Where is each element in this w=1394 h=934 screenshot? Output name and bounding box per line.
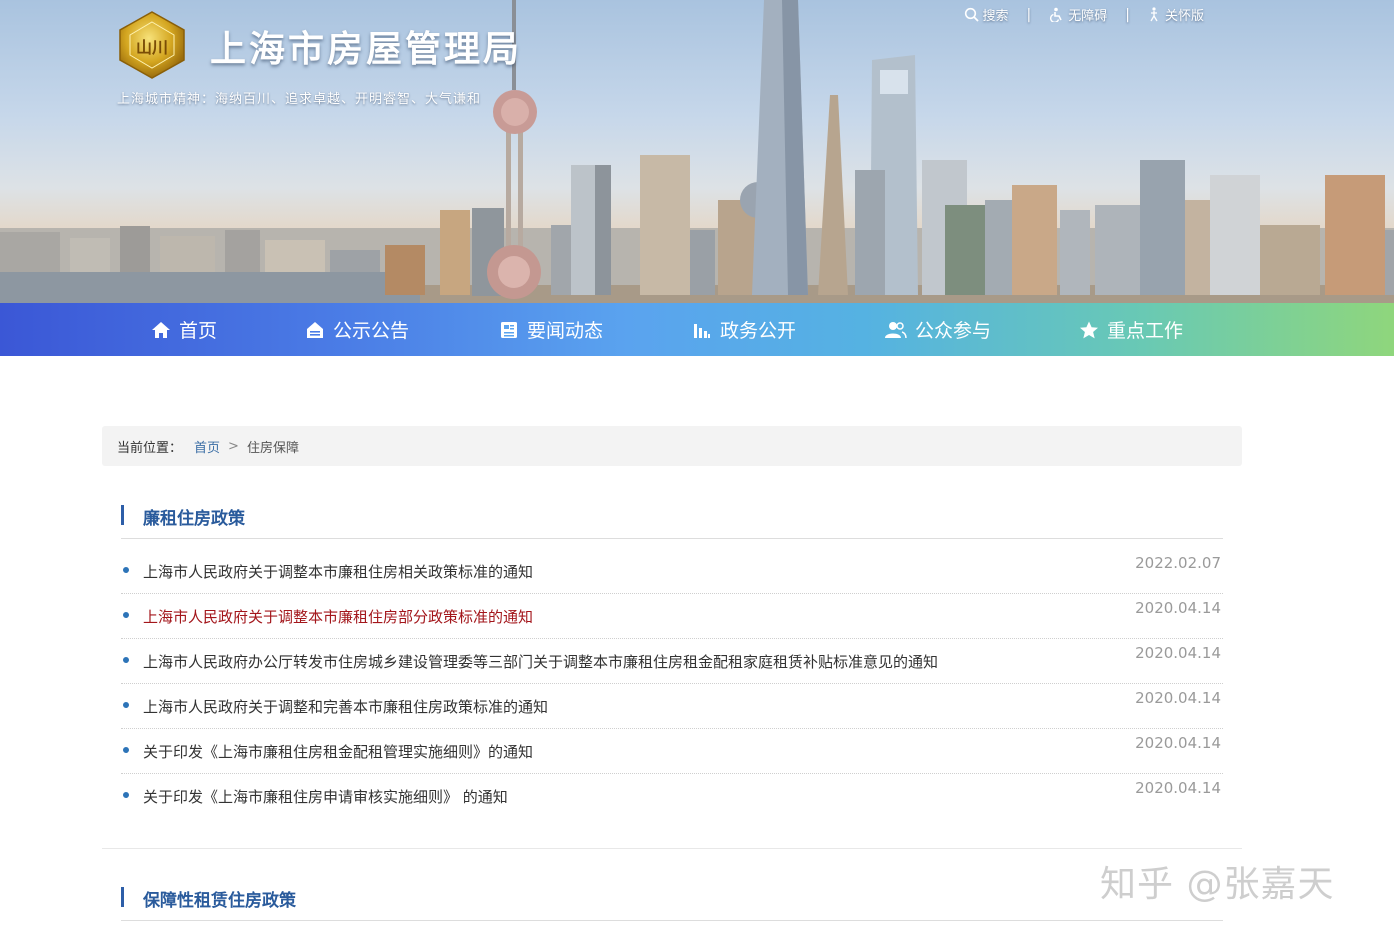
- breadcrumb-label: 当前位置：: [117, 440, 183, 456]
- top-utility-links: 搜索 | 无障碍 | 关怀版: [964, 5, 1204, 24]
- announcement-icon: [307, 321, 323, 338]
- policy-link[interactable]: 上海市人民政府关于调整本市廉租住房相关政策标准的通知: [143, 561, 533, 582]
- section-title[interactable]: 保障性租赁住房政策: [143, 886, 296, 911]
- section-accent-bar: [121, 887, 124, 907]
- nav-item-label: 公示公告: [333, 320, 410, 342]
- star-icon: [1080, 321, 1098, 338]
- list-item: 关于印发《上海市廉租住房租金配租管理实施细则》的通知 2020.04.14: [121, 729, 1223, 774]
- section-accent-bar: [121, 505, 124, 525]
- news-icon: [501, 321, 517, 338]
- section-divider: [102, 848, 1242, 849]
- search-link[interactable]: 搜索: [964, 5, 1009, 24]
- policy-link[interactable]: 关于印发《上海市廉租住房租金配租管理实施细则》的通知: [143, 741, 533, 762]
- bullet-dot: [123, 657, 129, 663]
- policy-date: 2022.02.07: [1135, 554, 1221, 572]
- list-item: 上海市人民政府关于调整本市廉租住房相关政策标准的通知 2022.02.07: [121, 549, 1223, 594]
- svg-text:山川: 山川: [136, 38, 168, 57]
- policy-date: 2020.04.14: [1135, 779, 1221, 797]
- home-icon: [152, 321, 170, 338]
- search-icon: [964, 7, 979, 22]
- nav-item-public-participation[interactable]: 公众参与: [885, 303, 991, 356]
- care-mode-link-label: 关怀版: [1164, 9, 1204, 24]
- site-slogan: 上海城市精神：海纳百川、追求卓越、开明睿智、大气谦和: [117, 92, 482, 107]
- chart-icon: [694, 323, 710, 338]
- top-link-separator: |: [1125, 6, 1130, 23]
- care-icon: [1150, 7, 1158, 22]
- list-item: 上海市人民政府办公厅转发市住房城乡建设管理委等三部门关于调整本市廉租住房租金配租…: [121, 639, 1223, 684]
- site-title: 上海市房屋管理局: [210, 29, 523, 70]
- nav-item-label: 首页: [179, 320, 218, 342]
- policy-list: 上海市人民政府关于调整本市廉租住房相关政策标准的通知 2022.02.07 上海…: [121, 549, 1223, 819]
- nav-item-government-affairs[interactable]: 政务公开: [692, 303, 796, 356]
- nav-item-announcements[interactable]: 公示公告: [305, 303, 409, 356]
- policy-date: 2020.04.14: [1135, 689, 1221, 707]
- breadcrumb: 当前位置： 首页 > 住房保障: [102, 426, 1242, 466]
- search-link-label: 搜索: [982, 9, 1009, 24]
- breadcrumb-current: 住房保障: [246, 440, 299, 456]
- header-banner: 山川 上海市房屋管理局 上海城市精神：海纳百川、追求卓越、开明睿智、大气谦和 搜…: [0, 0, 1394, 303]
- bullet-dot: [123, 747, 129, 753]
- breadcrumb-home-link[interactable]: 首页: [194, 437, 220, 456]
- accessibility-icon: [1050, 7, 1062, 22]
- nav-item-label: 政务公开: [720, 320, 797, 342]
- nav-item-home[interactable]: 首页: [151, 303, 217, 356]
- policy-date: 2020.04.14: [1135, 734, 1221, 752]
- accessibility-link[interactable]: 无障碍: [1049, 5, 1107, 24]
- bullet-dot: [123, 567, 129, 573]
- site-logo[interactable]: 山川: [116, 10, 188, 80]
- watermark: 知乎 @张嘉天: [1100, 864, 1335, 905]
- nav-item-label: 公众参与: [915, 320, 992, 342]
- policy-link[interactable]: 上海市人民政府办公厅转发市住房城乡建设管理委等三部门关于调整本市廉租住房租金配租…: [143, 651, 938, 672]
- policy-link[interactable]: 上海市人民政府关于调整和完善本市廉租住房政策标准的通知: [143, 696, 548, 717]
- breadcrumb-separator: >: [228, 438, 239, 454]
- policy-link[interactable]: 上海市人民政府关于调整本市廉租住房部分政策标准的通知: [143, 606, 533, 627]
- section-header-affordable-rental: 保障性租赁住房政策: [121, 887, 1223, 921]
- list-item: 上海市人民政府关于调整和完善本市廉租住房政策标准的通知 2020.04.14: [121, 684, 1223, 729]
- nav-item-news[interactable]: 要闻动态: [499, 303, 603, 356]
- list-item: 关于印发《上海市廉租住房申请审核实施细则》 的通知 2020.04.14: [121, 774, 1223, 819]
- care-mode-link[interactable]: 关怀版: [1148, 5, 1204, 24]
- list-item: 上海市人民政府关于调整本市廉租住房部分政策标准的通知 2020.04.14: [121, 594, 1223, 639]
- section-header-low-rent: 廉租住房政策: [121, 505, 1223, 539]
- nav-item-label: 重点工作: [1107, 320, 1184, 342]
- nav-item-key-work[interactable]: 重点工作: [1079, 303, 1183, 356]
- policy-date: 2020.04.14: [1135, 644, 1221, 662]
- bullet-dot: [123, 612, 129, 618]
- bullet-dot: [123, 792, 129, 798]
- policy-link[interactable]: 关于印发《上海市廉租住房申请审核实施细则》 的通知: [143, 786, 508, 807]
- bullet-dot: [123, 702, 129, 708]
- nav-item-label: 要闻动态: [527, 320, 604, 342]
- top-link-separator: |: [1026, 6, 1032, 23]
- users-icon: [885, 321, 907, 338]
- accessibility-link-label: 无障碍: [1068, 9, 1108, 24]
- policy-date: 2020.04.14: [1135, 599, 1221, 617]
- section-title[interactable]: 廉租住房政策: [143, 504, 245, 529]
- main-nav: 首页 公示公告 要闻动态 政务公开 公众参与 重点工作: [0, 303, 1394, 356]
